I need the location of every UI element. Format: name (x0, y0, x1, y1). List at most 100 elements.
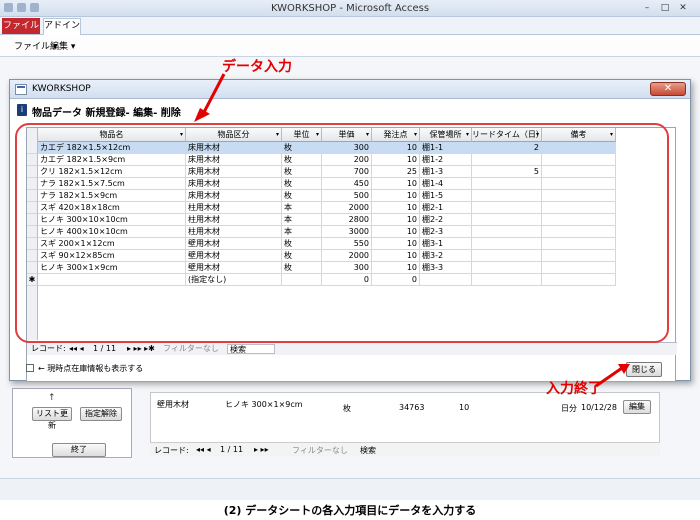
table-row[interactable]: ナラ 182×1.5×9cm 床用木材枚 500 10 棚1-5 (27, 190, 677, 202)
record-selector[interactable] (27, 154, 38, 166)
record-selector[interactable]: ✱ (27, 274, 38, 286)
table-cell[interactable]: 棚2-2 (420, 214, 472, 226)
table-cell[interactable]: 棚1-4 (420, 178, 472, 190)
table-cell[interactable]: 10 (372, 226, 420, 238)
table-cell[interactable]: 枚 (282, 238, 322, 250)
table-cell[interactable]: ナラ 182×1.5×9cm (38, 190, 186, 202)
table-cell[interactable] (472, 238, 542, 250)
table-cell[interactable]: スギ 90×12×85cm (38, 250, 186, 262)
table-cell[interactable] (420, 274, 472, 286)
column-header[interactable]: リードタイム（日） ▾ (472, 128, 544, 142)
table-cell[interactable]: ナラ 182×1.5×7.5cm (38, 178, 186, 190)
table-cell[interactable]: 10 (372, 142, 420, 154)
table-cell[interactable]: 枚 (282, 166, 322, 178)
table-cell[interactable]: スギ 200×1×12cm (38, 238, 186, 250)
table-cell[interactable]: 10 (372, 250, 420, 262)
table-cell[interactable]: クリ 182×1.5×12cm (38, 166, 186, 178)
new-record-row[interactable]: ✱ (指定なし) 0 0 (27, 274, 677, 286)
table-cell[interactable]: 300 (322, 142, 372, 154)
table-cell[interactable]: 0 (372, 274, 420, 286)
nav-position[interactable]: 1 / 11 (93, 343, 116, 355)
column-header[interactable]: 備考 ▾ (542, 128, 616, 142)
table-cell[interactable]: 床用木材 (186, 178, 282, 190)
table-cell[interactable] (542, 274, 616, 286)
table-cell[interactable]: カエデ 182×1.5×9cm (38, 154, 186, 166)
tab-file[interactable]: ファイル (2, 18, 40, 34)
table-cell[interactable]: スギ 420×18×18cm (38, 202, 186, 214)
table-cell[interactable] (282, 274, 322, 286)
table-cell[interactable]: 棚1-1 (420, 142, 472, 154)
table-cell[interactable] (38, 274, 186, 286)
table-cell[interactable]: 壁用木材 (186, 250, 282, 262)
table-cell[interactable] (542, 214, 616, 226)
table-cell[interactable]: 25 (372, 166, 420, 178)
exit-button[interactable]: 終了 (52, 443, 106, 457)
table-cell[interactable]: 5 (472, 166, 542, 178)
refresh-list-button[interactable]: リスト更新 (32, 407, 72, 430)
column-header[interactable]: 物品区分 ▾ (186, 128, 282, 142)
table-cell[interactable]: 棚1-5 (420, 190, 472, 202)
table-cell[interactable]: 3000 (322, 226, 372, 238)
table-cell[interactable]: 2000 (322, 250, 372, 262)
table-cell[interactable]: 枚 (282, 262, 322, 274)
table-cell[interactable]: 2000 (322, 202, 372, 214)
table-row[interactable]: カエデ 182×1.5×12cm 床用木材枚 300 10 棚1-1 2 (27, 142, 677, 154)
tab-addin[interactable]: アドイン (43, 18, 81, 35)
record-selector[interactable] (27, 166, 38, 178)
table-cell[interactable]: 床用木材 (186, 166, 282, 178)
table-cell[interactable]: 本 (282, 214, 322, 226)
column-dropdown-icon[interactable]: ▾ (536, 128, 539, 141)
table-cell[interactable] (472, 250, 542, 262)
column-header[interactable]: 単価 ▾ (322, 128, 372, 142)
table-cell[interactable]: ヒノキ 400×10×10cm (38, 226, 186, 238)
table-cell[interactable]: 枚 (282, 250, 322, 262)
table-cell[interactable]: 0 (322, 274, 372, 286)
table-cell[interactable]: 本 (282, 226, 322, 238)
table-cell[interactable] (472, 274, 542, 286)
table-cell[interactable]: ヒノキ 300×10×10cm (38, 214, 186, 226)
table-cell[interactable]: 棚3-1 (420, 238, 472, 250)
clear-selection-button[interactable]: 指定解除 (80, 407, 122, 421)
table-cell[interactable]: (指定なし) (186, 274, 282, 286)
table-cell[interactable]: 700 (322, 166, 372, 178)
table-cell[interactable] (472, 214, 542, 226)
table-cell[interactable]: 枚 (282, 190, 322, 202)
table-cell[interactable]: 450 (322, 178, 372, 190)
table-cell[interactable]: 柱用木材 (186, 226, 282, 238)
table-cell[interactable]: 壁用木材 (186, 262, 282, 274)
menu-edit[interactable]: 編集 ▾ (50, 39, 75, 52)
table-cell[interactable] (542, 238, 616, 250)
table-cell[interactable]: 床用木材 (186, 190, 282, 202)
table-cell[interactable]: 棚3-2 (420, 250, 472, 262)
bg-nav-filter[interactable]: フィルターなし (292, 445, 348, 456)
table-cell[interactable]: 床用木材 (186, 154, 282, 166)
record-selector[interactable] (27, 226, 38, 238)
column-dropdown-icon[interactable]: ▾ (610, 128, 613, 141)
table-cell[interactable]: 柱用木材 (186, 214, 282, 226)
bg-nav-first-icon[interactable]: ◂◂ ◂ (196, 445, 211, 454)
record-selector[interactable] (27, 202, 38, 214)
record-selector[interactable] (27, 142, 38, 154)
column-dropdown-icon[interactable]: ▾ (414, 128, 417, 141)
table-cell[interactable]: 10 (372, 154, 420, 166)
table-cell[interactable] (542, 154, 616, 166)
column-dropdown-icon[interactable]: ▾ (466, 128, 469, 141)
show-stock-checkbox[interactable] (26, 364, 34, 372)
column-dropdown-icon[interactable]: ▾ (180, 128, 183, 141)
table-cell[interactable]: 棚1-3 (420, 166, 472, 178)
table-cell[interactable]: 棚2-3 (420, 226, 472, 238)
column-dropdown-icon[interactable]: ▾ (316, 128, 319, 141)
table-cell[interactable]: 10 (372, 262, 420, 274)
table-cell[interactable] (542, 178, 616, 190)
table-cell[interactable]: ヒノキ 300×1×9cm (38, 262, 186, 274)
column-dropdown-icon[interactable]: ▾ (276, 128, 279, 141)
table-cell[interactable]: 棚1-2 (420, 154, 472, 166)
table-cell[interactable] (542, 262, 616, 274)
table-cell[interactable] (542, 190, 616, 202)
table-cell[interactable]: 枚 (282, 154, 322, 166)
table-cell[interactable]: 柱用木材 (186, 202, 282, 214)
table-cell[interactable]: 2800 (322, 214, 372, 226)
table-cell[interactable]: 10 (372, 238, 420, 250)
table-row[interactable]: スギ 200×1×12cm 壁用木材枚 550 10 棚3-1 (27, 238, 677, 250)
table-cell[interactable]: 10 (372, 214, 420, 226)
